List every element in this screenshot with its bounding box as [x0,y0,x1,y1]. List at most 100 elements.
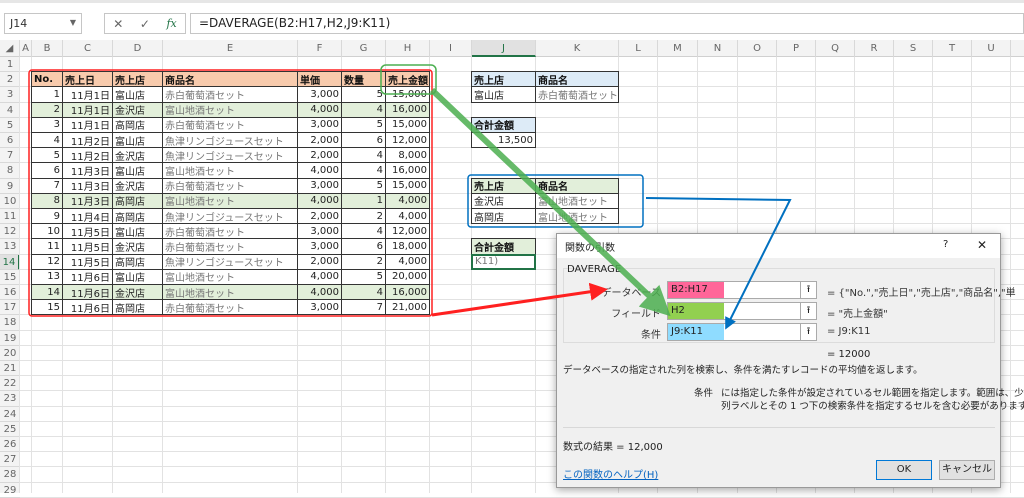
column-header-I[interactable]: I [430,40,472,57]
row-header-2[interactable]: 2 [0,72,20,88]
close-icon[interactable]: ✕ [977,238,987,252]
cell-C9[interactable]: 11月3日 [62,177,113,194]
row-header-18[interactable]: 18 [0,315,20,331]
cell-K2[interactable]: 商品名 [535,71,619,88]
cell-D8[interactable]: 富山店 [112,162,163,179]
cell-G2[interactable]: 数量 [341,71,386,88]
row-header-15[interactable]: 15 [0,270,20,285]
row-header-21[interactable]: 21 [0,361,20,377]
cell-C10[interactable]: 11月3日 [62,192,113,209]
cell-B11[interactable]: 9 [31,208,63,225]
cell-J10[interactable]: 金沢店 [471,192,536,209]
row-header-23[interactable]: 23 [0,391,20,407]
cell-D14[interactable]: 高岡店 [112,253,163,270]
cell-E5[interactable]: 赤白葡萄酒セット [162,116,298,133]
cell-C4[interactable]: 11月1日 [62,101,113,118]
cell-D9[interactable]: 金沢店 [112,177,163,194]
cell-E6[interactable]: 魚津リンゴジュースセット [162,132,298,149]
cell-C16[interactable]: 11月6日 [62,284,113,301]
name-box[interactable]: J14 ▼ [4,13,82,34]
formula-input[interactable]: =DAVERAGE(B2:H17,H2,J9:K11) [190,13,1024,34]
cell-H7[interactable]: 8,000 [385,147,430,164]
cell-E16[interactable]: 富山地酒セット [162,284,298,301]
cell-J9[interactable]: 売上店 [471,177,536,194]
row-header-11[interactable]: 11 [0,209,20,225]
cell-H12[interactable]: 12,000 [385,223,430,240]
cell-E8[interactable]: 富山地酒セット [162,162,298,179]
cell-F8[interactable]: 4,000 [297,162,342,179]
cell-F3[interactable]: 3,000 [297,86,342,103]
cell-B7[interactable]: 5 [31,147,63,164]
cell-G14[interactable]: 2 [341,253,386,270]
cell-F12[interactable]: 3,000 [297,223,342,240]
cell-E7[interactable]: 魚津リンゴジュースセット [162,147,298,164]
cell-E14[interactable]: 魚津リンゴジュースセット [162,253,298,270]
cell-D13[interactable]: 金沢店 [112,238,163,255]
cell-D17[interactable]: 高岡店 [112,299,163,316]
column-header-E[interactable]: E [163,40,298,57]
cell-H5[interactable]: 15,000 [385,116,430,133]
cell-C3[interactable]: 11月1日 [62,86,113,103]
cell-F7[interactable]: 2,000 [297,147,342,164]
cell-C13[interactable]: 11月5日 [62,238,113,255]
row-header-17[interactable]: 17 [0,300,20,316]
cell-G9[interactable]: 5 [341,177,386,194]
ok-button[interactable]: OK [876,460,932,480]
cell-D2[interactable]: 売上店 [112,71,163,88]
cell-F11[interactable]: 2,000 [297,208,342,225]
row-header-28[interactable]: 28 [0,467,20,483]
cell-K9[interactable]: 商品名 [535,177,619,194]
row-header-25[interactable]: 25 [0,422,20,437]
column-header-P[interactable]: P [777,40,816,57]
cell-F13[interactable]: 3,000 [297,238,342,255]
cell-E15[interactable]: 富山地酒セット [162,268,298,285]
cancel-icon[interactable]: ✕ [113,17,123,31]
cell-G5[interactable]: 5 [341,116,386,133]
collapse-dialog-icon[interactable]: ⭱ [800,324,816,340]
cell-H3[interactable]: 15,000 [385,86,430,103]
cell-E4[interactable]: 富山地酒セット [162,101,298,118]
column-header-J[interactable]: J [472,40,536,57]
cell-F2[interactable]: 単価 [297,71,342,88]
row-header-12[interactable]: 12 [0,224,20,240]
cell-B6[interactable]: 4 [31,132,63,149]
row-header-5[interactable]: 5 [0,118,20,133]
cell-G12[interactable]: 4 [341,223,386,240]
column-header-R[interactable]: R [855,40,894,57]
cell-G6[interactable]: 6 [341,132,386,149]
cell-B9[interactable]: 7 [31,177,63,194]
cell-F15[interactable]: 4,000 [297,268,342,285]
cell-G8[interactable]: 4 [341,162,386,179]
row-header-4[interactable]: 4 [0,103,20,118]
cell-H2[interactable]: 売上金額 [385,71,430,88]
row-header-3[interactable]: 3 [0,87,20,103]
cell-E11[interactable]: 魚津リンゴジュースセット [162,208,298,225]
enter-icon[interactable]: ✓ [140,17,150,31]
cell-G10[interactable]: 1 [341,192,386,209]
cell-H8[interactable]: 16,000 [385,162,430,179]
cell-D12[interactable]: 富山店 [112,223,163,240]
cell-D7[interactable]: 金沢店 [112,147,163,164]
cell-J2[interactable]: 売上店 [471,71,536,88]
cell-H13[interactable]: 18,000 [385,238,430,255]
cell-H15[interactable]: 20,000 [385,268,430,285]
row-header-19[interactable]: 19 [0,331,20,346]
cell-E13[interactable]: 赤白葡萄酒セット [162,238,298,255]
cell-B13[interactable]: 11 [31,238,63,255]
cell-F17[interactable]: 3,000 [297,299,342,316]
cell-D11[interactable]: 高岡店 [112,208,163,225]
cell-K11[interactable]: 富山地酒セット [535,208,619,225]
cell-C5[interactable]: 11月1日 [62,116,113,133]
cell-G11[interactable]: 2 [341,208,386,225]
arg-input[interactable]: B2:H17 ⭱ [667,281,817,299]
cell-H6[interactable]: 12,000 [385,132,430,149]
collapse-dialog-icon[interactable]: ⭱ [800,303,816,319]
cell-D3[interactable]: 富山店 [112,86,163,103]
cell-C17[interactable]: 11月6日 [62,299,113,316]
cell-D10[interactable]: 高岡店 [112,192,163,209]
help-icon[interactable]: ? [943,239,948,250]
cell-C8[interactable]: 11月3日 [62,162,113,179]
cell-C2[interactable]: 売上日 [62,71,113,88]
cell-D5[interactable]: 高岡店 [112,116,163,133]
row-header-22[interactable]: 22 [0,376,20,392]
